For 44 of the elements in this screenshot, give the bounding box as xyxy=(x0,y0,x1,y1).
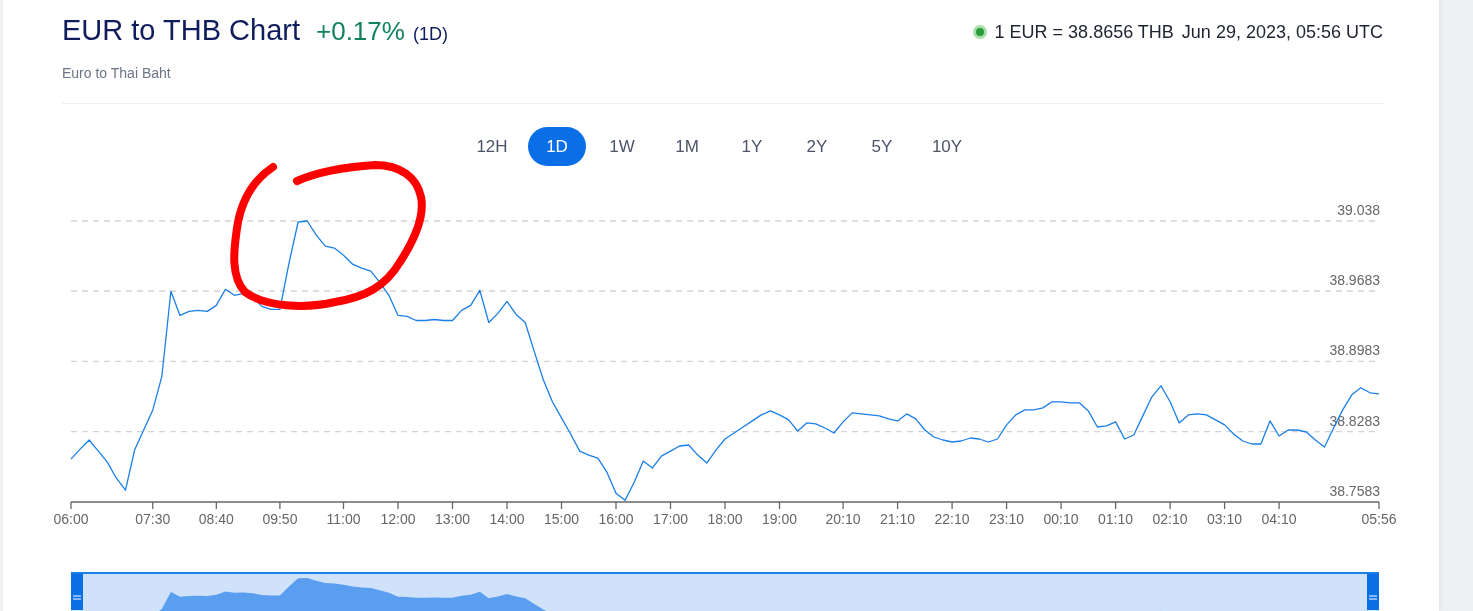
x-axis-label: 15:00 xyxy=(544,511,579,527)
range-tab[interactable]: 1M xyxy=(658,127,716,166)
range-tab[interactable]: 2Y xyxy=(788,127,846,166)
x-axis-label: 01:10 xyxy=(1098,511,1134,527)
chart-title: EUR to THB Chart xyxy=(62,14,300,47)
range-tab[interactable]: 5Y xyxy=(853,127,911,166)
y-axis-label: 38.8983 xyxy=(1329,342,1380,359)
x-axis-label: 12:00 xyxy=(380,511,416,527)
x-axis-label: 03:10 xyxy=(1207,511,1243,527)
x-axis-label: 14:00 xyxy=(489,511,525,527)
chart-subtitle: Euro to Thai Baht xyxy=(62,65,172,81)
x-axis-label: 05:56 xyxy=(1361,511,1397,527)
x-axis-label: 06:00 xyxy=(53,511,89,527)
x-axis-label: 17:00 xyxy=(653,511,688,527)
y-axis-label: 38.9683 xyxy=(1329,272,1380,288)
range-tab[interactable]: 1W xyxy=(593,127,651,166)
x-axis-label: 07:30 xyxy=(135,511,171,527)
y-axis-label: 38.7583 xyxy=(1329,483,1380,499)
x-axis-label: 02:10 xyxy=(1152,511,1188,527)
x-axis-label: 08:40 xyxy=(198,511,234,527)
change-percent: +0.17% xyxy=(316,16,405,47)
x-axis-label: 11:00 xyxy=(326,511,361,527)
x-axis-label: 16:00 xyxy=(598,511,634,527)
live-status-dot-icon xyxy=(972,25,987,39)
exchange-rate: 1 EUR = 38.8656 THB xyxy=(994,21,1174,43)
right-handle-icon[interactable] xyxy=(1367,574,1379,610)
x-axis-label: 20:10 xyxy=(825,511,861,527)
x-axis-label: 13:00 xyxy=(435,511,470,527)
x-axis-label: 09:50 xyxy=(262,511,298,527)
x-axis-label: 21:10 xyxy=(880,511,916,527)
range-tab[interactable]: 12H xyxy=(463,127,521,166)
range-tab[interactable]: 1D xyxy=(528,127,586,166)
change-period: (1D) xyxy=(412,24,448,45)
range-tab[interactable]: 1Y xyxy=(723,127,781,166)
x-axis-label: 19:00 xyxy=(762,511,797,527)
x-axis-label: 23:10 xyxy=(989,511,1025,527)
left-handle-icon[interactable] xyxy=(71,574,83,610)
x-axis-label: 18:00 xyxy=(707,511,743,527)
x-axis-label: 00:10 xyxy=(1043,511,1079,527)
rate-timestamp: Jun 29, 2023, 05:56 UTC xyxy=(1181,21,1383,43)
x-axis-label: 22:10 xyxy=(934,511,970,527)
range-tab[interactable]: 10Y xyxy=(918,127,976,166)
y-axis-label: 39.038 xyxy=(1337,202,1380,218)
x-axis-label: 04:10 xyxy=(1261,511,1297,527)
